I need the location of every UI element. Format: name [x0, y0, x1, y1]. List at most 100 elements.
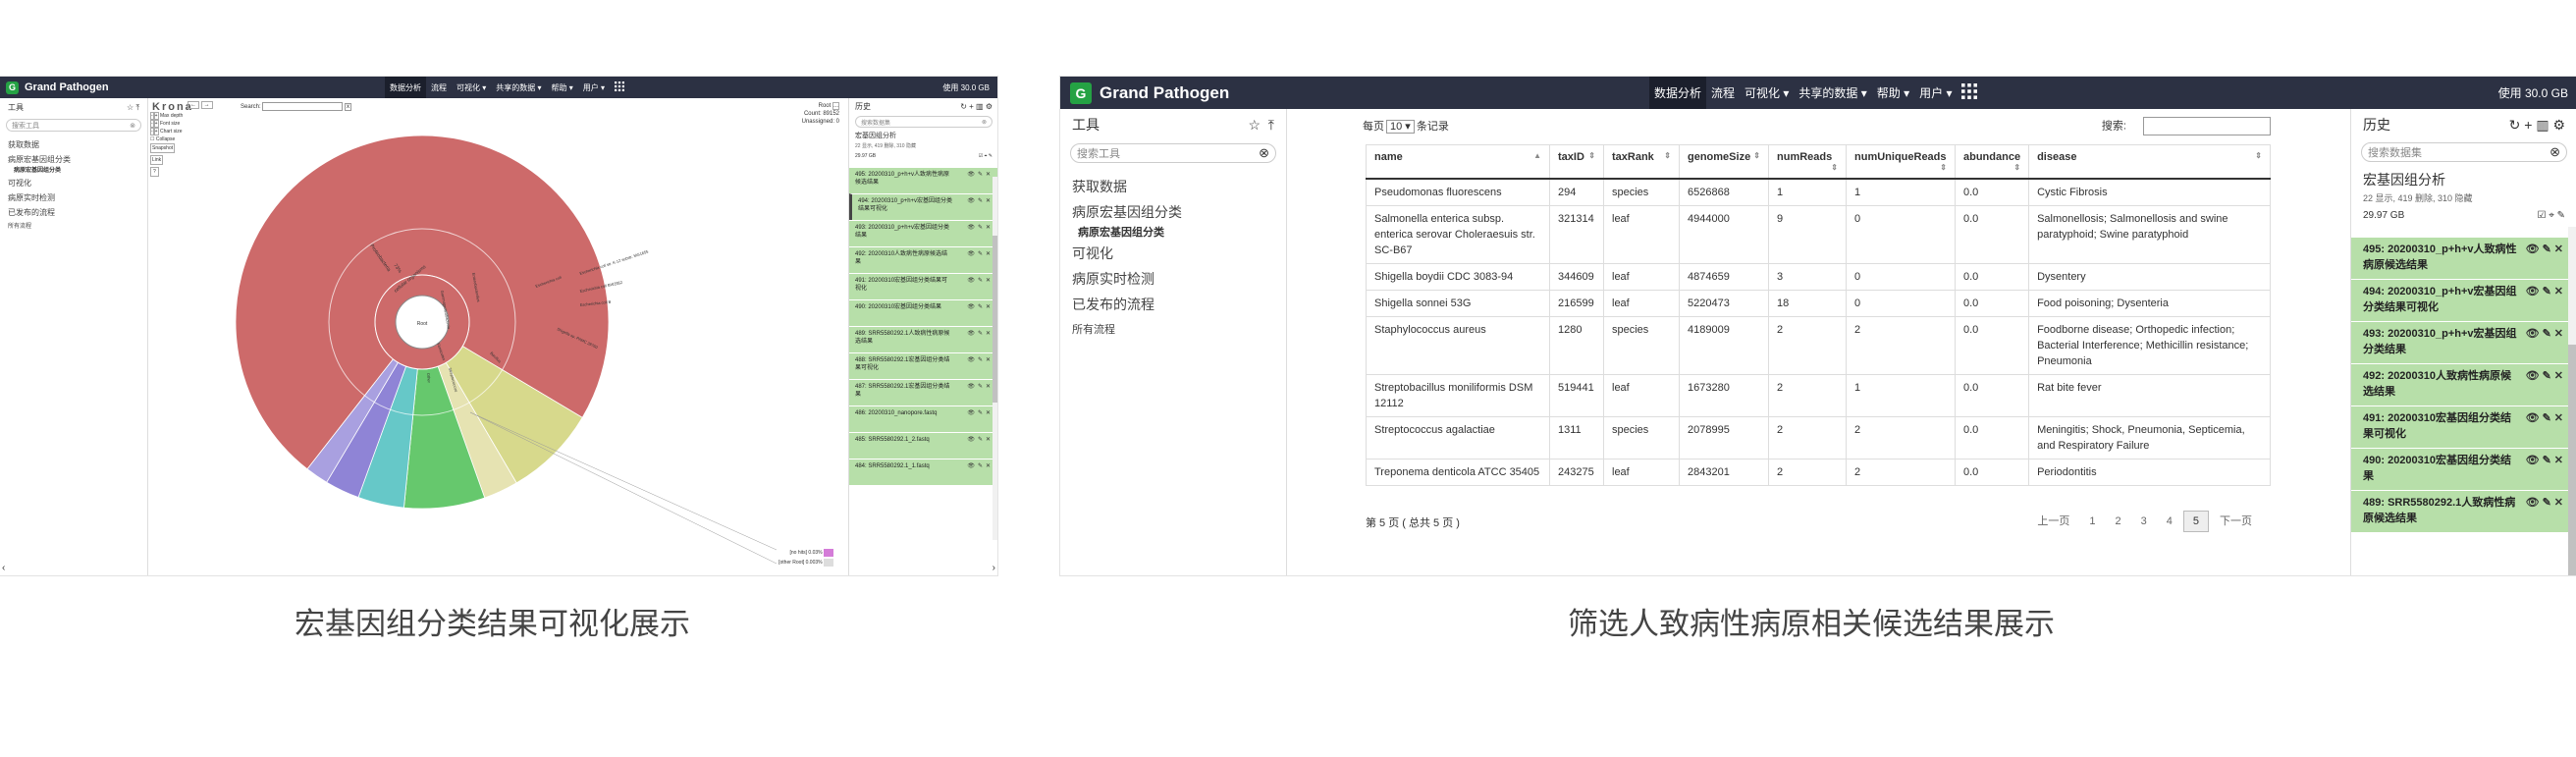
menu-analysis[interactable]: 数据分析 [1649, 77, 1707, 109]
refresh-icon[interactable]: ↻ [960, 102, 967, 111]
tool-section-published[interactable]: 已发布的流程 [1072, 292, 1274, 317]
history-item[interactable]: 489: SRR5580292.1人致病性病原候选结果 👁 ✎ ✕ [849, 326, 997, 352]
history-search-input[interactable]: 搜索数据集 ⊗ [855, 116, 993, 128]
tool-search-input[interactable]: 搜索工具 ⊗ [1070, 143, 1276, 163]
column-header-taxrank[interactable]: taxRank ⇕ [1603, 144, 1680, 180]
pencil-icon[interactable]: ✎ [978, 357, 983, 363]
gear-icon[interactable]: ⚙ [2552, 117, 2565, 133]
tool-section-get-data[interactable]: 获取数据 [1072, 174, 1274, 199]
pencil-icon[interactable]: ✎ [978, 225, 983, 231]
pencil-icon[interactable]: ✎ [2543, 328, 2551, 340]
quota-meter[interactable]: 使用 30.0 GB [942, 77, 990, 98]
grid-icon[interactable] [610, 81, 629, 93]
eye-icon[interactable]: 👁 [967, 304, 975, 310]
history-item[interactable]: 492: 20200310人致病性病原候选结果 👁 ✎ ✕ [849, 246, 997, 273]
column-header-numreads[interactable]: numReads ⇕ [1768, 144, 1847, 180]
sort-icon[interactable]: ⇕ [1664, 151, 1671, 160]
column-header-name[interactable]: name ▲ [1366, 144, 1550, 180]
table-row[interactable]: Streptobacillus moniliformis DSM 12112 51… [1366, 374, 2271, 417]
history-item[interactable]: 495: 20200310_p+h+v人致病性病原候选结果 👁 ✎ ✕ [2351, 237, 2576, 279]
pencil-icon[interactable]: ✎ [978, 251, 983, 257]
clear-icon[interactable]: ⊗ [1259, 145, 1269, 161]
new-history-icon[interactable]: + [2524, 117, 2532, 133]
history-name[interactable]: 宏基因组分析 [849, 129, 997, 142]
tool-metagenomics[interactable]: 病原宏基因组分类 [8, 167, 139, 176]
history-item[interactable]: 490: 20200310宏基因组分类结果 👁 ✎ ✕ [849, 299, 997, 326]
prev-page-button[interactable]: 上一页 [2028, 509, 2078, 532]
history-item[interactable]: 486: 20200310_nanopore.fastq 👁 ✎ ✕ [849, 406, 997, 432]
tool-section-realtime[interactable]: 病原实时检测 [1072, 266, 1274, 292]
history-name[interactable]: 宏基因组分析 [2351, 164, 2576, 191]
sort-icon[interactable]: ⇕ [2255, 151, 2262, 160]
tool-section-visualize[interactable]: 可视化 [8, 176, 139, 190]
column-header-abundance[interactable]: abundance ⇕ [1954, 144, 2030, 180]
delete-icon[interactable]: ✕ [986, 437, 991, 443]
pencil-icon[interactable]: ✎ [978, 278, 983, 284]
scroll-thumb[interactable] [2568, 345, 2576, 575]
delete-icon[interactable]: ✕ [2554, 497, 2563, 509]
eye-icon[interactable]: 👁 [2526, 497, 2540, 509]
menu-shared-data[interactable]: 共享的数据 ▾ [1794, 84, 1871, 101]
eye-icon[interactable]: 👁 [2526, 455, 2540, 466]
brand[interactable]: G Grand Pathogen [1070, 81, 1229, 104]
history-scrollbar[interactable] [993, 177, 997, 540]
eye-icon[interactable]: 👁 [967, 225, 975, 231]
column-header-numuniquereads[interactable]: numUniqueReads ⇕ [1846, 144, 1956, 180]
delete-icon[interactable]: ✕ [986, 172, 991, 178]
column-header-disease[interactable]: disease ⇕ [2028, 144, 2271, 180]
tool-section-metagenomics[interactable]: 病原宏基因组分类 [1072, 199, 1274, 225]
tool-metagenomics[interactable]: 病原宏基因组分类 [1072, 225, 1274, 241]
pencil-icon[interactable]: ✎ [2543, 497, 2551, 509]
eye-icon[interactable]: 👁 [967, 278, 975, 284]
history-item[interactable]: 493: 20200310_p+h+v宏基因组分类结果 👁 ✎ ✕ [2351, 321, 2576, 363]
history-item[interactable]: 491: 20200310宏基因组分类结果可视化 👁 ✎ ✕ [2351, 406, 2576, 448]
history-item[interactable]: 494: 20200310_p+h+v宏基因组分类结果可视化 👁 ✎ ✕ [2351, 279, 2576, 321]
tool-search-input[interactable]: 搜索工具 ⊗ [6, 119, 141, 132]
history-item[interactable]: 488: SRR5580292.1宏基因组分类结果可视化 👁 ✎ ✕ [849, 352, 997, 379]
upload-icon[interactable]: ⤒ [1268, 117, 1274, 133]
page-button[interactable]: 5 [2182, 511, 2209, 532]
table-row[interactable]: Staphylococcus aureus 1280 species 4189009 2… [1366, 316, 2271, 375]
delete-icon[interactable]: ✕ [986, 304, 991, 310]
history-tag-icons[interactable]: ☑ ⌖ ✎ [979, 153, 993, 159]
sort-icon[interactable]: ⇕ [1753, 151, 1760, 160]
delete-icon[interactable]: ✕ [986, 278, 991, 284]
eye-icon[interactable]: 👁 [2526, 370, 2540, 382]
delete-icon[interactable]: ✕ [986, 384, 991, 390]
brand[interactable]: G Grand Pathogen [6, 81, 109, 94]
menu-workflow[interactable]: 流程 [1706, 84, 1740, 101]
quota-meter[interactable]: 使用 30.0 GB [2498, 77, 2568, 109]
table-row[interactable]: Salmonella enterica subsp. enterica sero… [1366, 205, 2271, 264]
pencil-icon[interactable]: ✎ [978, 463, 983, 469]
history-item[interactable]: 491: 20200310宏基因组分类结果可视化 👁 ✎ ✕ [849, 273, 997, 299]
history-item[interactable]: 485: SRR5580292.1_2.fastq 👁 ✎ ✕ [849, 432, 997, 459]
history-tag-icons[interactable]: ☑ ⌖ ✎ [2537, 210, 2565, 221]
pencil-icon[interactable]: ✎ [978, 410, 983, 416]
new-history-icon[interactable]: + [969, 102, 974, 111]
table-row[interactable]: Streptococcus agalactiae 1311 species 20789… [1366, 416, 2271, 460]
next-page-button[interactable]: 下一页 [2211, 509, 2261, 532]
grid-icon[interactable] [1957, 83, 1982, 102]
favorite-icon[interactable]: ☆ [127, 103, 134, 112]
sort-icon[interactable]: ⇕ [1831, 163, 1838, 172]
pencil-icon[interactable]: ✎ [2543, 370, 2551, 382]
gear-icon[interactable]: ⚙ [986, 102, 993, 111]
table-row[interactable]: Shigella boydii CDC 3083-94 344609 leaf 487… [1366, 263, 2271, 291]
tool-section-realtime[interactable]: 病原实时检测 [8, 190, 139, 205]
sort-asc-icon[interactable]: ▲ [1533, 151, 1541, 160]
columns-icon[interactable]: ▥ [2536, 117, 2549, 133]
menu-shared-data[interactable]: 共享的数据 ▾ [491, 82, 546, 93]
table-row[interactable]: Treponema denticola ATCC 35405 243275 leaf… [1366, 459, 2271, 486]
pencil-icon[interactable]: ✎ [2543, 455, 2551, 466]
history-item[interactable]: 494: 20200310_p+h+v宏基因组分类结果可视化 👁 ✎ ✕ [849, 193, 997, 220]
delete-icon[interactable]: ✕ [2554, 455, 2563, 466]
menu-help[interactable]: 帮助 ▾ [1872, 84, 1914, 101]
delete-icon[interactable]: ✕ [986, 331, 991, 337]
delete-icon[interactable]: ✕ [2554, 412, 2563, 424]
sort-icon[interactable]: ⇕ [2013, 163, 2020, 172]
delete-icon[interactable]: ✕ [2554, 328, 2563, 340]
collapse-left-icon[interactable]: ‹ [2, 563, 5, 573]
clear-icon[interactable]: ⊗ [2549, 144, 2560, 160]
eye-icon[interactable]: 👁 [967, 410, 975, 416]
delete-icon[interactable]: ✕ [986, 251, 991, 257]
